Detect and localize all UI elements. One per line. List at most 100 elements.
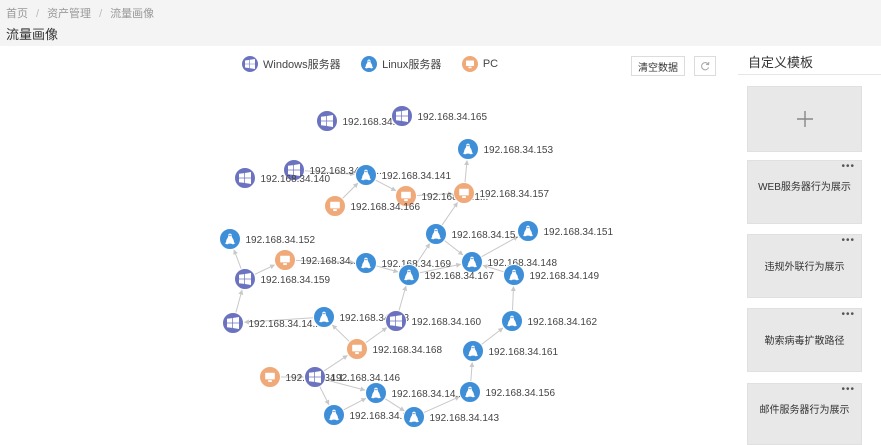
windows-icon: [242, 56, 258, 72]
graph-node-w146[interactable]: 192.168.34.146: [304, 366, 401, 388]
pc-icon: [461, 56, 478, 72]
template-card-illegal-outreach[interactable]: ••• 违规外联行为展示: [747, 234, 862, 298]
template-card-ransomware-path[interactable]: ••• 勒索病毒扩散路径: [747, 308, 862, 372]
breadcrumb-home[interactable]: 首页: [6, 5, 28, 21]
graph-node-label: 192.168.34.148: [488, 258, 558, 269]
linux-icon: [361, 56, 378, 72]
graph-node-l14x[interactable]: 192.168.34.14...: [365, 382, 464, 404]
graph-node-label: 192.168.34.157: [480, 189, 550, 200]
graph-node-circle: [316, 110, 338, 132]
graph-edge: [323, 354, 348, 372]
graph-edge: [398, 285, 408, 312]
template-card-mail-server[interactable]: ••• 邮件服务器行为展示: [747, 383, 862, 445]
breadcrumb-separator: /: [36, 8, 40, 20]
graph-node-w165[interactable]: 192.168.34.165: [391, 105, 488, 127]
graph-node-label: 192.168.34.14...: [249, 319, 321, 330]
breadcrumb-current: 流量画像: [110, 8, 155, 20]
add-template-button[interactable]: [747, 86, 862, 152]
graph-edge: [343, 397, 367, 411]
graph-node-label: 192.168.34.143: [430, 413, 500, 424]
graph-node-l162[interactable]: 192.168.34.162: [501, 310, 598, 332]
graph-node-label: 192.168.34.160: [412, 317, 482, 328]
graph-edge: [441, 202, 458, 226]
graph-node-w160[interactable]: 192.168.34.160: [385, 310, 482, 332]
graph-node-label: 192.168.34.167: [425, 271, 495, 282]
legend-pc-label: PC: [482, 58, 499, 70]
graph-node-l151[interactable]: 192.168.34.151: [517, 220, 614, 242]
graph-edge: [233, 249, 242, 270]
graph-node-label: 192.168.34.146: [331, 373, 401, 384]
traffic-graph-panel: 192.168.34.1... 192.168.34.165 192.168.34.…: [6, 46, 736, 445]
graph-node-w14x[interactable]: 192.168.34.14...: [222, 312, 321, 334]
breadcrumb: 首页 / 资产管理 / 流量画像: [6, 5, 154, 21]
graph-edge: [365, 327, 388, 344]
graph-edge: [331, 324, 350, 343]
graph-legend: Windows服务器 Linux服务器 PC: [242, 56, 514, 74]
graph-node-label: 192.168.34.159: [261, 275, 331, 286]
legend-pc[interactable]: PC: [461, 56, 499, 72]
template-card-label: WEB服务器行为展示: [758, 182, 851, 193]
graph-nodes: 192.168.34.1... 192.168.34.165192.168.34.…: [219, 105, 614, 428]
more-icon[interactable]: •••: [841, 162, 855, 172]
template-card-label: 勒索病毒扩散路径: [764, 336, 845, 347]
legend-windows[interactable]: Windows服务器: [242, 56, 341, 72]
more-icon[interactable]: •••: [841, 385, 855, 395]
breadcrumb-separator: /: [99, 8, 103, 20]
graph-node-label: 192.168.34.168: [373, 345, 443, 356]
traffic-graph[interactable]: 192.168.34.1... 192.168.34.165192.168.34.…: [6, 46, 736, 445]
graph-node-label: 192.168.34.149: [530, 271, 600, 282]
graph-node-label: 192.168.34.153: [484, 145, 554, 156]
graph-node-l161[interactable]: 192.168.34.161: [462, 340, 559, 362]
breadcrumb-asset-management[interactable]: 资产管理: [47, 5, 91, 21]
graph-edge: [443, 240, 464, 256]
template-divider: [738, 74, 881, 75]
page-title: 流量画像: [6, 27, 59, 42]
graph-node-l141[interactable]: 192.168.34.141: [355, 164, 452, 186]
graph-edge: [510, 286, 516, 311]
custom-template-panel: 自定义模板 ••• WEB服务器行为展示 ••• 违规外联行为展示 ••• 勒索…: [738, 46, 881, 445]
graph-node-l143[interactable]: 192.168.34.143: [403, 406, 500, 428]
graph-node-label: 192.168.34.162: [528, 317, 598, 328]
template-card-web-server[interactable]: ••• WEB服务器行为展示: [747, 160, 862, 224]
graph-node-label: 192.168.34.15...: [452, 230, 524, 241]
graph-node-circle: [304, 366, 326, 388]
graph-node-l156[interactable]: 192.168.34.156: [459, 381, 556, 403]
template-panel-title: 自定义模板: [748, 55, 814, 70]
template-card-label: 邮件服务器行为展示: [759, 405, 850, 416]
plus-icon: [796, 111, 813, 127]
graph-node-p-mid[interactable]: 192.168.34...: [274, 249, 359, 271]
graph-node-circle: [234, 268, 256, 290]
more-icon[interactable]: •••: [841, 236, 855, 246]
legend-linux-label: Linux服务器: [382, 59, 442, 71]
template-card-label: 违规外联行为展示: [764, 262, 845, 273]
page-header: 首页 / 资产管理 / 流量画像 流量画像: [0, 0, 881, 46]
graph-edge: [464, 160, 470, 183]
graph-node-label: 192.168.34.14...: [392, 389, 464, 400]
refresh-button[interactable]: [694, 56, 716, 76]
graph-edge: [480, 327, 504, 345]
clear-data-button[interactable]: 清空数据: [631, 56, 685, 76]
graph-node-p168[interactable]: 192.168.34.168: [346, 338, 443, 360]
graph-edge: [319, 386, 330, 406]
more-icon[interactable]: •••: [841, 310, 855, 320]
graph-node-circle: [391, 105, 413, 127]
graph-node-label: 192.168.34.166: [351, 202, 421, 213]
graph-node-circle: [234, 167, 256, 189]
graph-node-label: 192.168.34.141: [382, 171, 452, 182]
graph-node-label: 192.168.34.152: [246, 235, 316, 246]
graph-node-l152[interactable]: 192.168.34.152: [219, 228, 316, 250]
legend-linux[interactable]: Linux服务器: [361, 56, 441, 72]
graph-node-w159[interactable]: 192.168.34.159: [234, 268, 331, 290]
graph-node-l153[interactable]: 192.168.34.153: [457, 138, 554, 160]
graph-edge: [469, 362, 475, 382]
graph-edge: [342, 182, 359, 199]
graph-node-label: 192.168.34...: [301, 256, 359, 267]
graph-node-label: 192.168.34.156: [486, 388, 556, 399]
graph-node-p157[interactable]: 192.168.34.157: [453, 182, 550, 204]
graph-node-label: 192.168.34.151: [544, 227, 614, 238]
graph-node-circle: [385, 310, 407, 332]
graph-edge: [254, 264, 276, 275]
graph-edge: [384, 398, 405, 412]
graph-node-label: 192.168.34.140: [261, 174, 331, 185]
graph-node-circle: [222, 312, 244, 334]
